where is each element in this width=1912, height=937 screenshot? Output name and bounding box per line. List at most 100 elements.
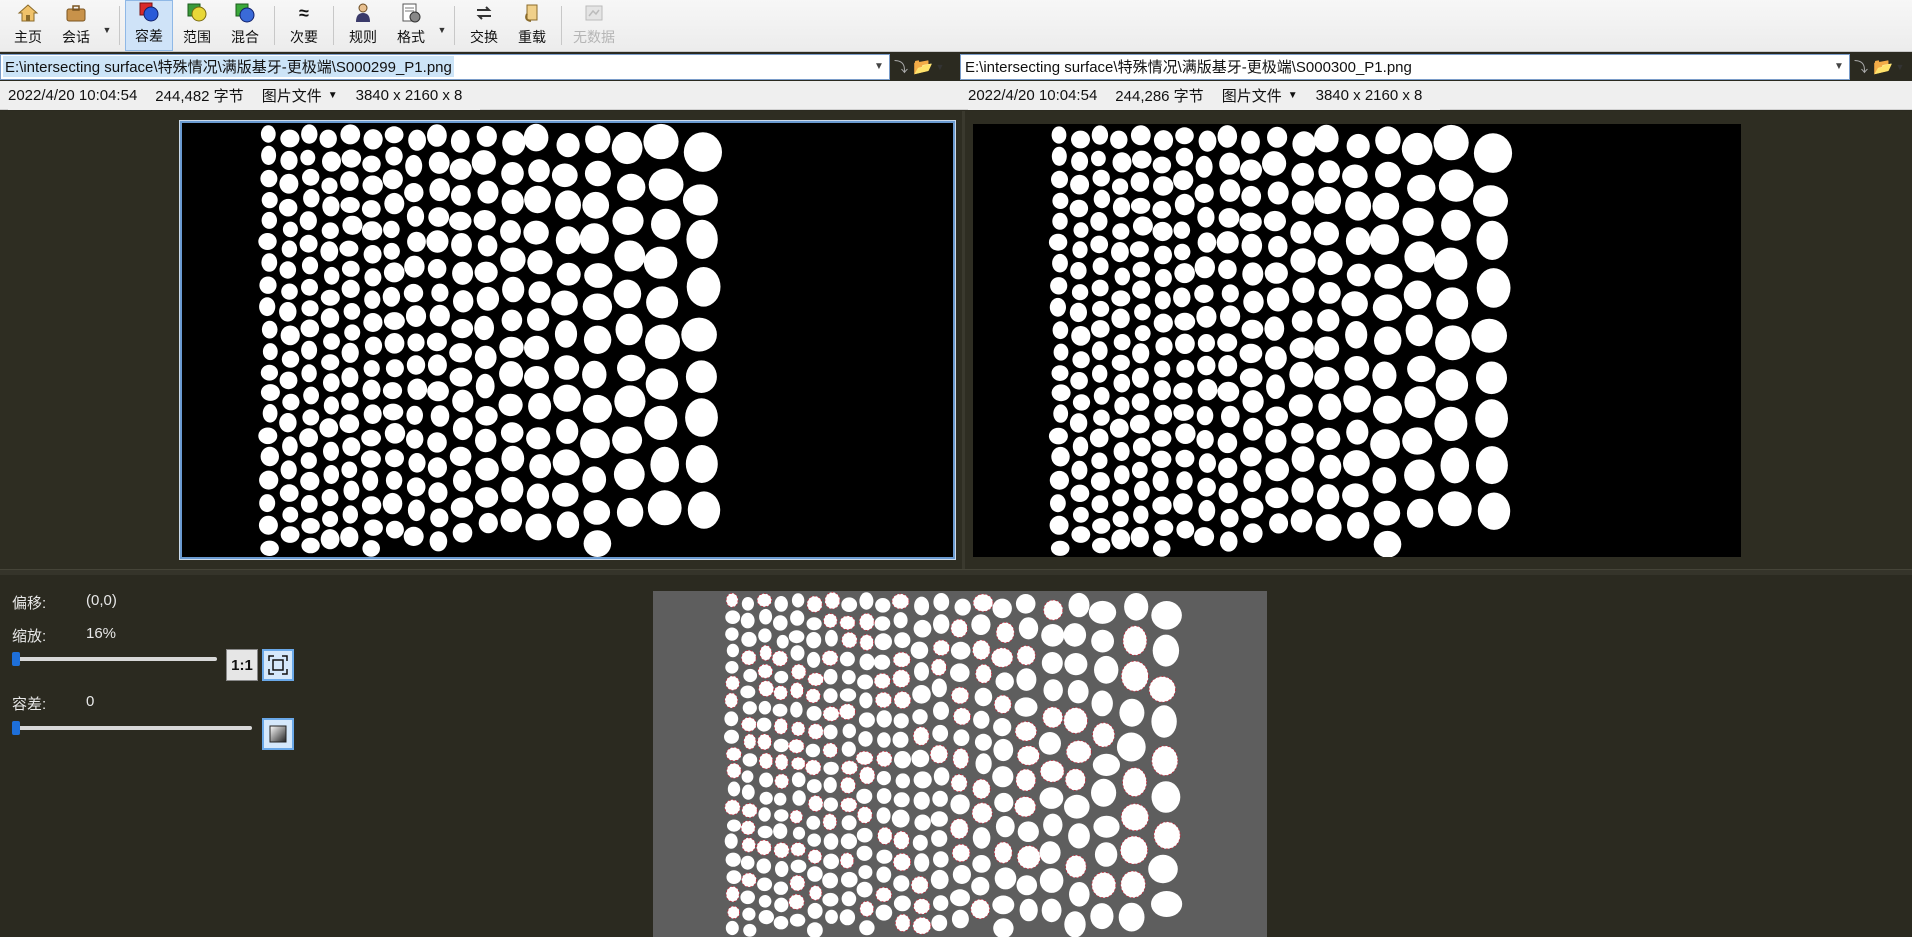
blob [1154,269,1172,287]
chevron-down-icon[interactable]: ▼ [1829,55,1849,79]
blob [895,913,911,932]
right-folder-icon[interactable]: 📂 [1872,54,1894,80]
left-folder-dropdown-icon[interactable]: ▼ [934,54,946,80]
blob [930,658,947,676]
blob [741,649,757,666]
format-dropdown-arrow[interactable]: ▼ [435,0,449,51]
zoom-slider[interactable] [12,657,217,661]
blob [582,394,612,423]
session-dropdown-arrow[interactable]: ▼ [100,0,114,51]
blob [475,406,498,426]
chevron-down-icon[interactable]: ▼ [328,90,338,101]
blob [822,892,839,907]
right-file-type[interactable]: 图片文件 [1222,85,1282,106]
home-button[interactable]: 主页 [4,0,52,51]
blob [932,790,948,807]
blob [1155,337,1173,356]
chevron-down-icon[interactable]: ▼ [869,55,889,79]
blob [791,593,805,608]
blob [683,132,722,172]
range-button[interactable]: 范围 [173,0,221,51]
blob [1290,248,1316,273]
difference-overlay-view[interactable] [653,591,1267,937]
tolerance-slider[interactable] [12,726,252,730]
blob [429,531,448,552]
gradient-icon [269,725,287,743]
blob [1072,436,1089,457]
blob [449,211,472,231]
blob [1434,247,1468,280]
blob [1064,768,1086,791]
blob [825,629,838,647]
blob [1088,600,1117,624]
left-file-type[interactable]: 图片文件 [262,85,322,106]
blob [726,870,742,884]
format-button[interactable]: 格式 [387,0,435,51]
one-to-one-button[interactable]: 1:1 [226,649,258,681]
blob [725,675,740,691]
blob [1220,508,1239,528]
left-file-dims: 3840 x 2160 x 8 [355,87,463,104]
left-file-size: 244,482 字节 [155,88,244,105]
gradient-button[interactable] [262,718,294,750]
blob [428,151,450,174]
blob [1471,318,1507,353]
rules-button[interactable]: 规则 [339,0,387,51]
blob [299,234,318,253]
blob [340,526,359,548]
pane-splitter[interactable] [962,111,965,569]
blob [280,460,297,480]
swap-button[interactable]: 交换 [460,0,508,51]
blob [1434,406,1468,441]
blob [740,685,756,699]
blob [1064,653,1088,676]
left-folder-icon[interactable]: 📂 [912,54,934,80]
blob [681,317,717,352]
blob [1119,698,1145,727]
blob [1049,515,1069,535]
blob [1315,514,1342,541]
tolerance-button[interactable]: 容差 [125,0,173,51]
blob [1151,891,1183,917]
blob [301,278,318,296]
zoom-slider-thumb[interactable] [12,652,20,666]
blob [1064,794,1090,819]
blob [993,694,1012,714]
chevron-down-icon[interactable]: ▼ [1288,90,1298,101]
blob [319,129,337,148]
minor-button[interactable]: ≈ 次要 [280,0,328,51]
blob [741,770,754,783]
blob [1071,460,1088,480]
blob [726,762,742,779]
left-image-view[interactable] [179,120,956,560]
horizontal-splitter[interactable] [0,569,1912,575]
blob [758,895,772,908]
blob [1068,592,1090,618]
right-next-icon[interactable]: ⤵ [1850,54,1872,80]
left-next-icon[interactable]: ⤵ [890,54,912,80]
blob [841,741,856,757]
toolbar-separator [119,6,120,45]
fit-to-window-button[interactable] [262,649,294,681]
blob [499,361,524,387]
tolerance-slider-thumb[interactable] [12,721,20,735]
blob [1015,768,1037,792]
blob [321,177,338,194]
blob [1090,472,1110,491]
blob [323,441,339,461]
session-button[interactable]: 会话 [52,0,100,51]
reload-button[interactable]: 重载 [508,0,556,51]
blend-button[interactable]: 混合 [221,0,269,51]
blob [1241,185,1262,207]
nodata-button[interactable]: 无数据 [567,0,621,51]
right-folder-dropdown-icon[interactable]: ▼ [1894,54,1906,80]
blob [1173,382,1193,400]
right-image-view[interactable] [973,124,1741,557]
blob [279,484,299,502]
blob [1407,174,1436,202]
left-path-input[interactable]: E:\intersecting surface\特殊情况\满版基牙-更极端\S0… [0,53,890,80]
blob [407,333,425,352]
blob [1069,882,1090,907]
blob [1014,721,1037,742]
right-path-input[interactable]: E:\intersecting surface\特殊情况\满版基牙-更极端\S0… [960,53,1850,80]
